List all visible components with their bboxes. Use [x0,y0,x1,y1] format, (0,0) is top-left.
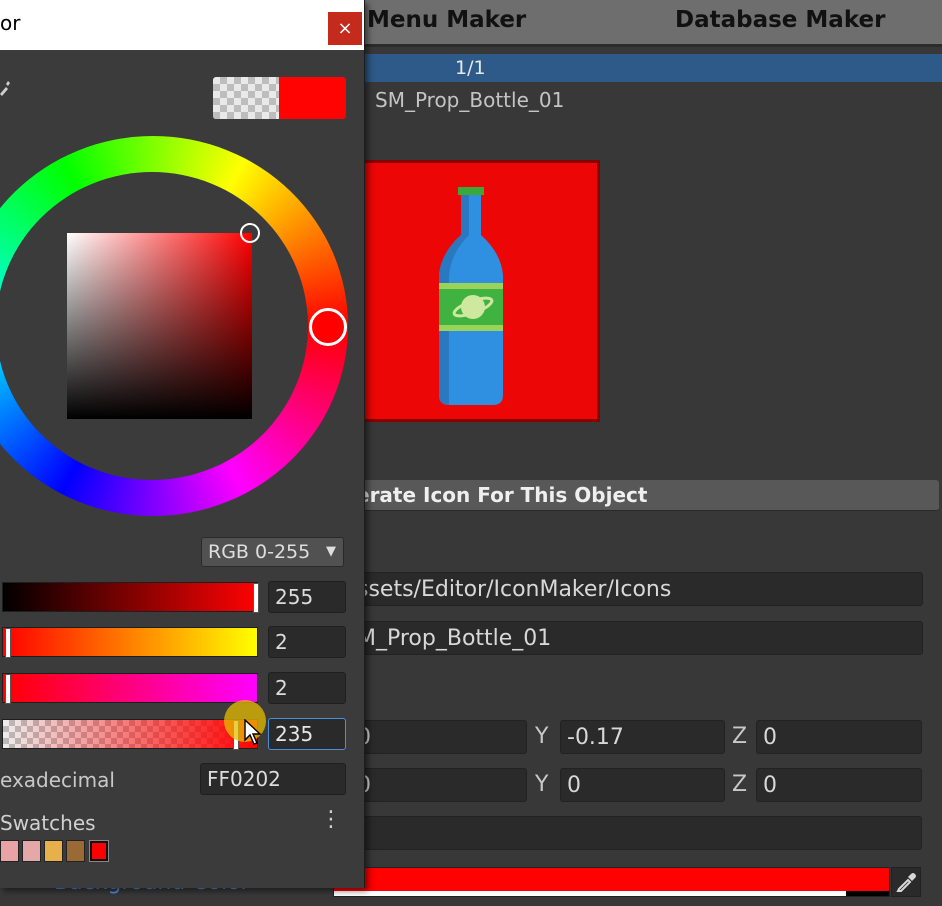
rotation-x-field[interactable]: 0 [350,768,527,802]
swatch-item[interactable] [89,840,109,862]
blue-slider-handle[interactable] [5,674,11,704]
generate-icon-label: erate Icon For This Object [356,483,648,507]
swatch-item[interactable] [44,840,63,862]
saturation-value-square[interactable] [67,233,252,419]
chevron-down-icon: ▼ [326,544,336,559]
object-name[interactable]: SM_Prop_Bottle_01 [375,88,564,112]
swatch-item[interactable] [0,840,19,862]
swatch-item[interactable] [66,840,85,862]
saturation-value-handle[interactable] [240,223,260,243]
alpha-bar-black [846,891,889,896]
green-slider-handle[interactable] [5,628,11,658]
tab-menu-maker[interactable]: Menu Maker [367,0,526,40]
eyedropper-button[interactable] [891,867,921,897]
hue-handle[interactable] [309,308,347,346]
color-mode-dropdown[interactable]: RGB 0-255 ▼ [201,537,344,567]
rotation-y-label: Y [535,772,549,797]
green-value-field[interactable]: 2 [268,626,346,658]
position-z-field[interactable]: 0 [756,720,922,754]
swatches-menu-icon[interactable]: ⋮ [320,807,342,832]
red-value-field[interactable]: 255 [268,581,346,613]
previous-color-swatch [213,77,279,119]
position-x-field[interactable]: 0 [350,720,527,754]
mouse-cursor-icon [244,719,262,745]
picker-titlebar[interactable]: or [0,0,364,50]
picker-title: or [0,11,21,35]
close-button[interactable]: × [328,12,362,45]
save-path-field[interactable]: ssets/Editor/IconMaker/Icons [350,572,923,606]
eyedropper-icon[interactable] [0,80,10,96]
background-color-field[interactable] [333,867,890,897]
blue-value-field[interactable]: 2 [268,672,346,704]
generate-icon-button[interactable]: erate Icon For This Object [350,480,939,511]
tab-database-maker[interactable]: Database Maker [675,0,885,40]
pager-bar[interactable]: 1/1 [350,54,942,82]
position-y-field[interactable]: -0.17 [560,720,725,754]
icon-preview [352,160,600,422]
rotation-z-field[interactable]: 0 [756,768,922,802]
current-color-swatch [279,77,346,119]
hexadecimal-field[interactable]: FF0202 [200,763,346,795]
position-y-label: Y [535,724,549,749]
color-preview [213,77,346,119]
swatch-item[interactable] [22,840,41,862]
color-mode-label: RGB 0-255 [208,541,311,563]
color-picker-window: or × RGB 0-255 ▼ 255 2 2 235 exadecimal … [0,0,365,888]
pager-text: 1/1 [455,57,486,79]
red-slider-handle[interactable] [253,583,259,613]
alpha-value-field[interactable]: 235 [268,718,346,750]
position-z-label: Z [732,724,748,749]
blue-slider[interactable] [2,673,258,704]
swatches-label[interactable]: Swatches [0,811,96,835]
rotation-z-label: Z [732,772,748,797]
bottle-image [439,187,503,405]
green-slider[interactable] [2,627,258,658]
red-slider[interactable] [2,582,259,613]
rotation-y-field[interactable]: 0 [560,768,725,802]
empty-field[interactable] [350,816,922,850]
icon-name-field[interactable]: M_Prop_Bottle_01 [350,621,923,655]
tab-bar: Menu Maker Database Maker [350,0,942,47]
eyedropper-icon [896,873,916,892]
alpha-slider[interactable] [2,719,258,750]
hexadecimal-label: exadecimal [0,768,115,792]
alpha-bar-white [334,891,846,896]
